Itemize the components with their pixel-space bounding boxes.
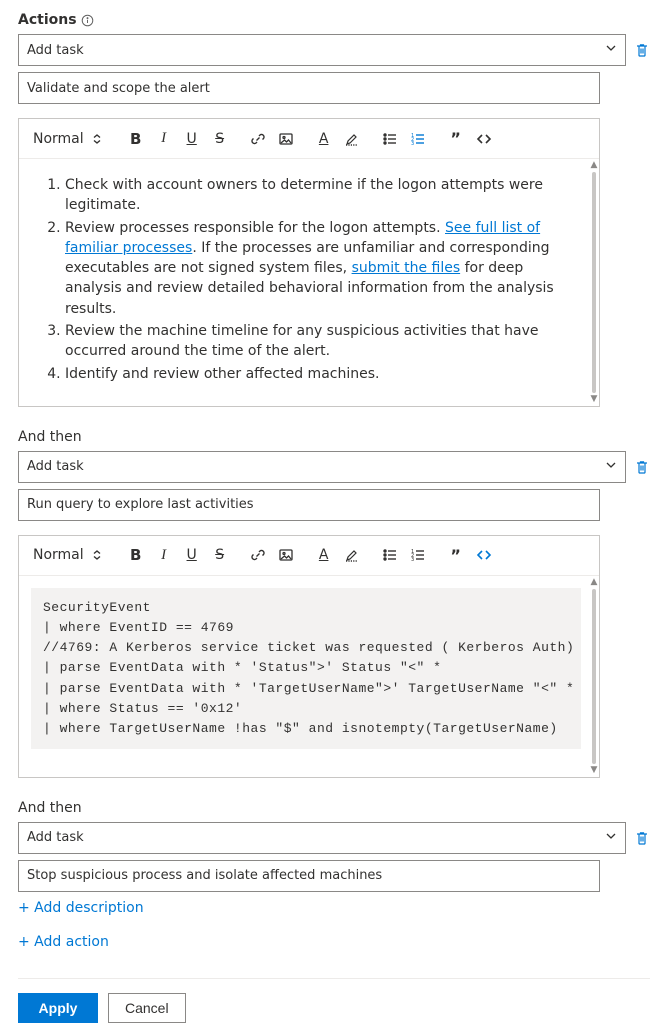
editor-content[interactable]: Check with account owners to determine i… [19, 159, 599, 406]
italic-button[interactable]: I [152, 125, 176, 153]
quote-icon[interactable]: ” [444, 541, 468, 569]
scroll-down-icon[interactable]: ▼ [591, 395, 598, 404]
italic-button[interactable]: I [152, 541, 176, 569]
scrollbar[interactable]: ▲ ▼ [589, 576, 599, 777]
quote-icon[interactable]: ” [444, 125, 468, 153]
delete-action-button[interactable] [634, 459, 650, 475]
numbered-list-icon[interactable]: 123 [406, 541, 430, 569]
actions-header: Actions [18, 12, 650, 28]
chevron-down-icon [605, 830, 617, 846]
svg-text:3: 3 [411, 141, 414, 147]
code-block-icon[interactable] [472, 541, 496, 569]
task-title-input[interactable]: Stop suspicious process and isolate affe… [18, 860, 600, 892]
image-icon[interactable] [274, 125, 298, 153]
info-icon[interactable] [81, 14, 94, 27]
format-dropdown[interactable]: Normal [29, 547, 106, 563]
task-type-dropdown[interactable]: Add task [18, 34, 626, 66]
highlight-icon[interactable] [340, 541, 364, 569]
task-title-value: Stop suspicious process and isolate affe… [27, 868, 382, 883]
numbered-list-icon[interactable]: 123 [406, 125, 430, 153]
dropdown-value: Add task [27, 830, 84, 845]
task-title-value: Run query to explore last activities [27, 497, 254, 512]
list-item: Identify and review other affected machi… [65, 364, 577, 384]
underline-button[interactable]: U [180, 541, 204, 569]
underline-button[interactable]: U [180, 125, 204, 153]
bold-button[interactable]: B [124, 541, 148, 569]
editor-toolbar: Normal B I U S A [19, 119, 599, 159]
scroll-down-icon[interactable]: ▼ [591, 766, 598, 775]
cancel-button[interactable]: Cancel [108, 993, 186, 1023]
bold-button[interactable]: B [124, 125, 148, 153]
add-description-link[interactable]: + Add description [18, 900, 650, 916]
rich-text-editor: Normal B I U S A [18, 535, 600, 778]
editor-content[interactable]: SecurityEvent | where EventID == 4769 //… [19, 576, 599, 777]
task-title-input[interactable]: Run query to explore last activities [18, 489, 600, 521]
task-title-value: Validate and scope the alert [27, 81, 210, 96]
task-type-dropdown[interactable]: Add task [18, 822, 626, 854]
apply-button[interactable]: Apply [18, 993, 98, 1023]
link-icon[interactable] [246, 125, 270, 153]
editor-toolbar: Normal B I U S A [19, 536, 599, 576]
strikethrough-button[interactable]: S [208, 125, 232, 153]
dropdown-value: Add task [27, 43, 84, 58]
image-icon[interactable] [274, 541, 298, 569]
scroll-thumb[interactable] [592, 172, 596, 393]
delete-action-button[interactable] [634, 42, 650, 58]
highlight-icon[interactable] [340, 125, 364, 153]
and-then-label: And then [18, 800, 650, 816]
bulleted-list-icon[interactable] [378, 541, 402, 569]
task-type-dropdown[interactable]: Add task [18, 451, 626, 483]
font-color-icon[interactable]: A [312, 541, 336, 569]
code-block-icon[interactable] [472, 125, 496, 153]
svg-text:3: 3 [411, 557, 414, 563]
footer: Apply Cancel [18, 978, 650, 1023]
link-icon[interactable] [246, 541, 270, 569]
strikethrough-button[interactable]: S [208, 541, 232, 569]
and-then-label: And then [18, 429, 650, 445]
scroll-thumb[interactable] [592, 589, 596, 764]
delete-action-button[interactable] [634, 830, 650, 846]
bulleted-list-icon[interactable] [378, 125, 402, 153]
code-content: SecurityEvent | where EventID == 4769 //… [31, 588, 581, 749]
submit-files-link[interactable]: submit the files [352, 260, 461, 276]
task-title-input[interactable]: Validate and scope the alert [18, 72, 600, 104]
dropdown-value: Add task [27, 459, 84, 474]
scroll-up-icon[interactable]: ▲ [591, 578, 598, 587]
scroll-up-icon[interactable]: ▲ [591, 161, 598, 170]
actions-title: Actions [18, 12, 77, 28]
chevron-down-icon [605, 42, 617, 58]
list-item: Check with account owners to determine i… [65, 175, 577, 216]
list-item: Review processes responsible for the log… [65, 218, 577, 319]
scrollbar[interactable]: ▲ ▼ [589, 159, 599, 406]
rich-text-editor: Normal B I U S A [18, 118, 600, 407]
format-dropdown[interactable]: Normal [29, 131, 106, 147]
chevron-down-icon [605, 459, 617, 475]
add-action-link[interactable]: + Add action [18, 934, 650, 950]
list-item: Review the machine timeline for any susp… [65, 321, 577, 362]
font-color-icon[interactable]: A [312, 125, 336, 153]
